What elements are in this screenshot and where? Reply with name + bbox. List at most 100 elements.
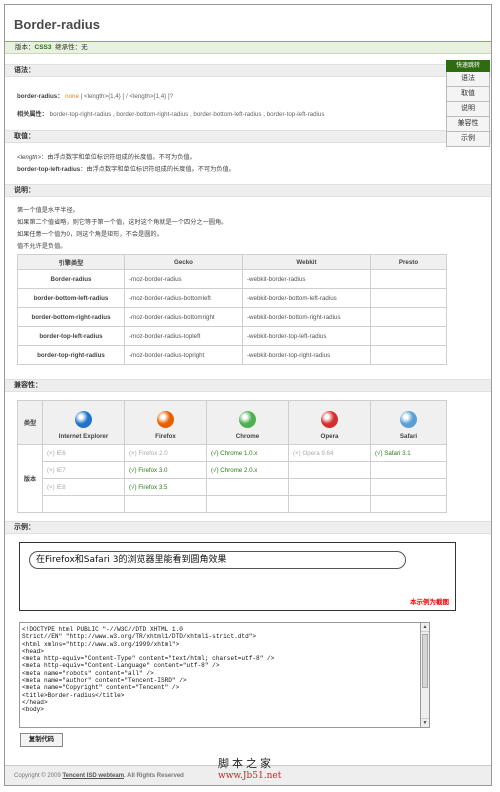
browser-header: Chrome <box>206 400 289 445</box>
table-row: border-top-left-radius -moz-border-radius… <box>17 326 447 346</box>
compat-cell: (√) Chrome 1.0.x <box>206 444 289 462</box>
table-cell: -webkit-border-bottom-right-radius <box>242 307 371 327</box>
table-cell: border-bottom-right-radius <box>17 307 125 327</box>
compat-cell: (×) Opera 9.64 <box>288 444 371 462</box>
engine-header: Presto <box>370 254 447 270</box>
table-cell: -moz-border-radius-bottomright <box>124 307 243 327</box>
syntax-line: border-radius： none | <length>{1,4} [ / … <box>17 91 173 100</box>
syntax-prop: border-radius： <box>17 93 64 100</box>
browser-name: Safari <box>399 433 418 440</box>
compat-cell: (×) IE6 <box>42 444 125 462</box>
copy-code-button[interactable]: 复制代码 <box>20 733 63 747</box>
section-values-heading: 取值： <box>5 130 491 143</box>
rounded-demo-text: 在Firefox和Safari 3的浏览器里能看到圆角效果 <box>29 551 406 569</box>
footer-prefix: Copyright © 2009 <box>14 773 63 779</box>
compat-cell <box>42 495 125 513</box>
compat-cell: (√) Firefox 3.0 <box>124 461 207 479</box>
version-value: CSS3 <box>34 44 52 51</box>
table-cell: -webkit-border-top-right-radius <box>242 345 371 365</box>
version-bar: 版本：CSS3 继承性：无 <box>5 41 491 54</box>
table-cell: -moz-border-radius <box>124 269 243 289</box>
quick-nav-syntax[interactable]: 语法 <box>446 72 490 87</box>
table-row: 版本 (×) IE6 (×) Firefox 2.0 (√) Chrome 1.… <box>17 444 447 513</box>
compat-cell: (√) Safari 3.1 <box>370 444 447 462</box>
compat-table: 类型 Internet Explorer Firefox Chrome Oper… <box>17 400 447 513</box>
code-textarea[interactable]: <!DOCTYPE html PUBLIC "-//W3C//DTD XHTML… <box>19 622 421 728</box>
table-cell: border-bottom-left-radius <box>17 288 125 308</box>
version-label: 版本： <box>15 44 35 51</box>
engine-header: Gecko <box>124 254 243 270</box>
section-syntax-heading: 语法： <box>5 64 491 77</box>
related-props: border-top-right-radius , border-bottom-… <box>49 111 325 118</box>
compat-type-label: 类型 <box>17 400 43 445</box>
engine-table: 引擎类型 Gecko Webkit Presto Border-radius -m… <box>17 254 447 365</box>
table-row: border-bottom-left-radius -moz-border-rad… <box>17 288 447 308</box>
quick-nav-heading: 快速跳转 <box>446 60 490 72</box>
engine-header: Webkit <box>242 254 371 270</box>
table-cell: -webkit-border-bottom-left-radius <box>242 288 371 308</box>
watermark-text: 脚本之家 <box>218 757 274 770</box>
section-example-heading: 示例： <box>5 521 491 534</box>
note-line: 如果任意一个值为0，则这个角是矩形，不会是圆的。 <box>17 231 163 238</box>
quick-nav: 快速跳转 语法 取值 说明 兼容性 示例 <box>446 60 490 147</box>
table-cell: -moz-border-radius-topleft <box>124 326 243 346</box>
quick-nav-values[interactable]: 取值 <box>446 87 490 102</box>
scroll-up-icon[interactable]: ▲ <box>421 623 429 632</box>
inherit-text: 继承性：无 <box>55 44 88 51</box>
table-row: border-top-right-radius -moz-border-radiu… <box>17 345 447 365</box>
browser-name: Opera <box>320 433 339 440</box>
ie-icon <box>75 411 92 428</box>
table-cell: border-top-left-radius <box>17 326 125 346</box>
table-row: Border-radius -moz-border-radius -webkit-b… <box>17 269 447 289</box>
page-title: Border-radius <box>14 17 100 32</box>
compat-cell: (√) Firefox 3.5 <box>124 478 207 496</box>
table-row: (×) IE7 (√) Firefox 3.0 (√) Chrome 2.0.x <box>18 461 447 479</box>
table-cell: -webkit-border-radius <box>242 269 371 289</box>
quick-nav-notes[interactable]: 说明 <box>446 102 490 117</box>
table-cell <box>370 345 447 365</box>
note-line: 第一个值是水平半径。 <box>17 207 79 214</box>
example-demo-box: 在Firefox和Safari 3的浏览器里能看到圆角效果 本示例为截图 <box>19 542 456 611</box>
opera-icon <box>321 411 338 428</box>
code-scrollbar[interactable]: ▲ ▼ <box>421 622 430 728</box>
table-cell: border-top-right-radius <box>17 345 125 365</box>
footer-team-link[interactable]: Tencent ISD webteam <box>62 773 124 779</box>
browser-name: Internet Explorer <box>58 433 109 440</box>
section-notes-heading: 说明： <box>5 184 491 197</box>
quick-nav-compat[interactable]: 兼容性 <box>446 117 490 132</box>
table-cell <box>370 326 447 346</box>
value-tl-name: border-top-left-radius <box>17 166 81 173</box>
value-length-line: <length>：由浮点数字和单位标识符组成的长度值。不可为负值。 <box>17 152 196 161</box>
browser-header: Firefox <box>124 400 207 445</box>
scroll-thumb[interactable] <box>422 634 428 688</box>
quick-nav-example[interactable]: 示例 <box>446 132 490 147</box>
value-tl-line: border-top-left-radius：由浮点数字和单位标识符组成的长度值… <box>17 164 235 173</box>
safari-icon <box>400 411 417 428</box>
table-cell <box>370 307 447 327</box>
table-cell <box>370 288 447 308</box>
compat-cell: (×) Firefox 2.0 <box>124 444 207 462</box>
compat-cell <box>206 495 289 513</box>
compat-cell <box>370 495 447 513</box>
syntax-value: | <length>{1,4} [ / <length>{1,4} ]? <box>80 93 174 100</box>
compat-cell <box>288 478 371 496</box>
related-label: 相关属性： <box>17 111 48 118</box>
scroll-down-icon[interactable]: ▼ <box>421 718 429 727</box>
note-line: 如果第二个值省略，则它等于第一个值，这时这个角就是一个四分之一圆角。 <box>17 219 228 226</box>
compat-cell: (×) IE8 <box>42 478 125 496</box>
table-cell: -webkit-border-top-left-radius <box>242 326 371 346</box>
section-compat-heading: 兼容性： <box>5 379 491 392</box>
table-cell: Border-radius <box>17 269 125 289</box>
compat-cell <box>370 478 447 496</box>
compat-cell: (√) Chrome 2.0.x <box>206 461 289 479</box>
table-cell: -moz-border-radius-topright <box>124 345 243 365</box>
compat-cell: (×) IE7 <box>42 461 125 479</box>
note-line: 值不允许是负值。 <box>17 243 67 250</box>
value-length-name: <length> <box>17 154 42 161</box>
table-cell <box>370 269 447 289</box>
browser-header: Safari <box>370 400 447 445</box>
compat-cell <box>206 478 289 496</box>
chrome-icon <box>239 411 256 428</box>
browser-header: Internet Explorer <box>42 400 125 445</box>
table-cell: -moz-border-radius-bottomleft <box>124 288 243 308</box>
